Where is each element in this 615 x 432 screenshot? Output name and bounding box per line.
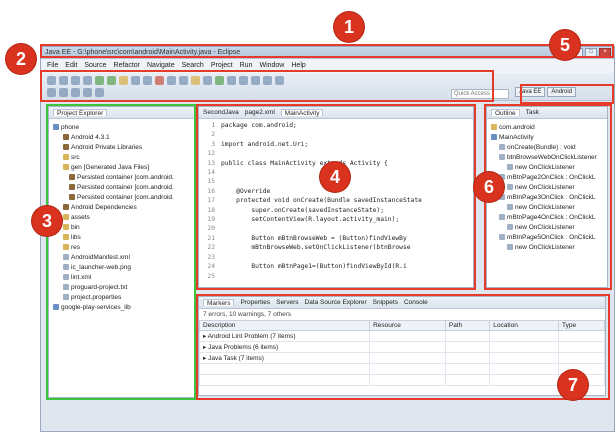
annotation-badge-1: 1 <box>334 12 364 42</box>
highlight-markers <box>196 294 610 400</box>
menu-window[interactable]: Window <box>259 62 284 70</box>
menu-navigate[interactable]: Navigate <box>147 62 175 70</box>
menu-search[interactable]: Search <box>182 62 204 70</box>
highlight-perspectives <box>520 84 614 104</box>
menu-edit[interactable]: Edit <box>65 62 77 70</box>
menu-file[interactable]: File <box>47 62 58 70</box>
status-bar <box>41 401 614 431</box>
annotation-badge-6: 6 <box>474 172 504 202</box>
highlight-title-menu <box>40 44 614 58</box>
highlight-toolbar <box>40 70 494 102</box>
menu-run[interactable]: Run <box>240 62 253 70</box>
menu-help[interactable]: Help <box>291 62 305 70</box>
highlight-outline <box>484 104 612 290</box>
menu-source[interactable]: Source <box>84 62 106 70</box>
annotation-badge-5: 5 <box>550 30 580 60</box>
annotation-badge-2: 2 <box>6 44 36 74</box>
annotation-badge-7: 7 <box>558 370 588 400</box>
highlight-editor <box>196 104 476 290</box>
annotation-badge-3: 3 <box>32 206 62 236</box>
menu-refactor[interactable]: Refactor <box>114 62 140 70</box>
highlight-project-explorer <box>46 104 196 400</box>
annotation-badge-4: 4 <box>320 162 350 192</box>
menu-project[interactable]: Project <box>211 62 233 70</box>
